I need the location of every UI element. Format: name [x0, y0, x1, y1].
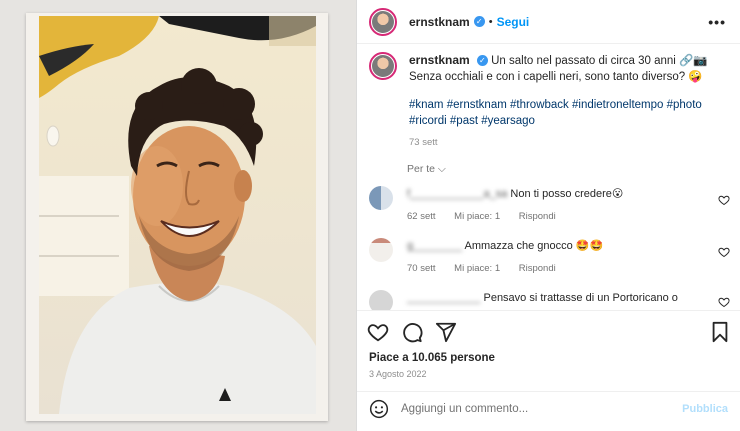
emoji-icon[interactable]	[369, 399, 389, 419]
caption-timestamp: 73 sett	[409, 137, 438, 148]
post-image[interactable]	[39, 16, 316, 414]
more-options-icon[interactable]: •••	[708, 14, 726, 30]
post-caption: ernstknam ✓ Un salto nel passato di circ…	[369, 52, 730, 151]
comment-text: Ammazza che gnocco 🤩🤩	[464, 240, 604, 252]
comment-username[interactable]: ____________	[407, 292, 480, 304]
caption-username[interactable]: ernstknam	[409, 53, 470, 67]
comment-time: 62 sett	[407, 211, 436, 222]
comment-item: f____________a_sa Non ti posso credere😮 …	[369, 186, 730, 225]
follow-button[interactable]: Segui	[497, 15, 530, 29]
post-header: ernstknam ✓ • Segui •••	[357, 0, 740, 44]
comment-icon[interactable]	[401, 321, 423, 343]
separator-dot: •	[488, 15, 493, 28]
commenter-avatar[interactable]	[369, 238, 393, 262]
comment-reply-button[interactable]: Rispondi	[519, 263, 556, 274]
comment-meta: 70 sett Mi piace: 1 Rispondi	[407, 261, 730, 277]
comment-text: Pensavo si trattasse di un Portoricano o	[483, 292, 678, 304]
commenter-avatar[interactable]	[369, 290, 393, 310]
commenter-avatar[interactable]	[369, 186, 393, 210]
action-icons	[367, 321, 457, 343]
comment-time: 70 sett	[407, 263, 436, 274]
portrait-illustration	[39, 16, 316, 414]
caption-body: ernstknam ✓ Un salto nel passato di circ…	[409, 52, 730, 151]
bookmark-icon[interactable]	[710, 321, 730, 343]
comment-item: ____________ Pensavo si trattasse di un …	[369, 290, 730, 310]
comment-username[interactable]: f____________a_sa	[407, 188, 507, 200]
polaroid-photo	[26, 13, 328, 421]
verified-badge-icon: ✓	[473, 16, 485, 27]
post-image-pane	[0, 0, 357, 431]
comment-body: f____________a_sa Non ti posso credere😮 …	[407, 186, 730, 225]
comment-heart-icon[interactable]	[718, 194, 730, 206]
comment-likes[interactable]: Mi piace: 1	[454, 211, 500, 222]
post-actions: Piace a 10.065 persone 3 Agosto 2022 Pub…	[357, 310, 740, 425]
share-icon[interactable]	[435, 321, 457, 343]
post-date: 3 Agosto 2022	[369, 369, 427, 379]
comment-reply-button[interactable]: Rispondi	[519, 211, 556, 222]
comment-body: ____________ Pensavo si trattasse di un …	[407, 290, 730, 310]
heart-icon[interactable]	[367, 321, 389, 343]
comment-body: g________ Ammazza che gnocco 🤩🤩 70 sett …	[407, 238, 730, 277]
comment-input[interactable]	[401, 403, 661, 415]
instagram-post-view: ernstknam ✓ • Segui ••• ernstknam ✓ Un s…	[0, 0, 740, 431]
post-sidebar: ernstknam ✓ • Segui ••• ernstknam ✓ Un s…	[357, 0, 740, 431]
verified-badge-icon: ✓	[476, 55, 488, 67]
comment-meta: 62 sett Mi piace: 1 Rispondi	[407, 209, 730, 225]
publish-button[interactable]: Pubblica	[682, 403, 728, 415]
comment-heart-icon[interactable]	[718, 246, 730, 258]
comment-item: g________ Ammazza che gnocco 🤩🤩 70 sett …	[369, 238, 730, 277]
likes-count[interactable]: Piace a 10.065 persone	[369, 352, 495, 364]
caption-author-avatar[interactable]	[369, 52, 397, 80]
for-you-filter[interactable]: Per te ⌵	[407, 163, 446, 176]
author-username[interactable]: ernstknam	[409, 15, 470, 29]
comment-username[interactable]: g________	[407, 240, 462, 252]
caption-hashtags[interactable]: #knam #ernstknam #throwback #indietronel…	[409, 97, 730, 129]
comment-heart-icon[interactable]	[718, 296, 730, 308]
comment-likes[interactable]: Mi piace: 1	[454, 263, 500, 274]
add-comment-bar: Pubblica	[357, 391, 740, 426]
author-avatar[interactable]	[369, 7, 397, 36]
comment-text: Non ti posso credere😮	[510, 188, 624, 200]
